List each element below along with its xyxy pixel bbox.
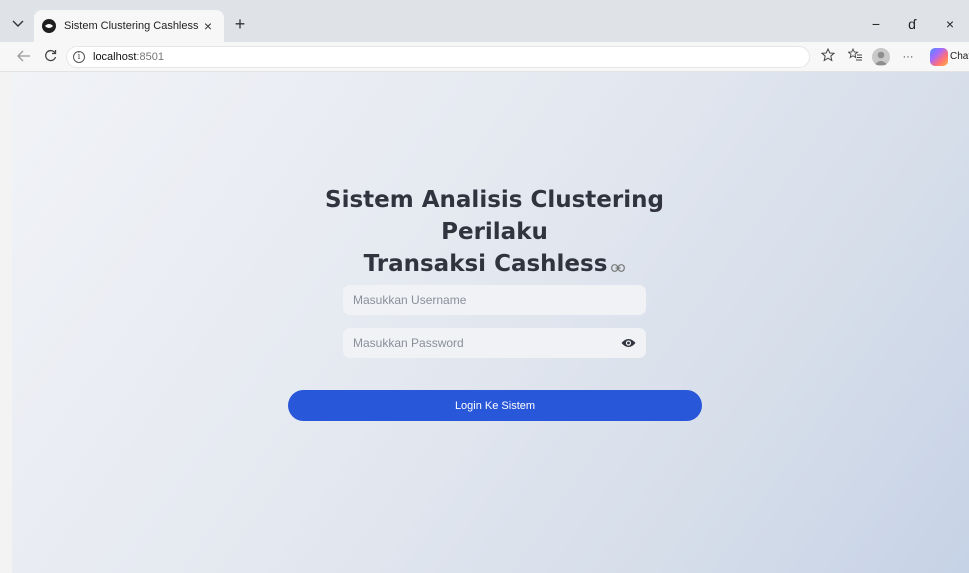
info-icon[interactable]: i <box>73 51 85 63</box>
favorite-star-icon[interactable] <box>818 47 838 67</box>
page-viewport: Sistem Analisis Clustering Perilaku Tran… <box>12 72 969 573</box>
tab-title: Sistem Clustering Cashless <box>64 20 199 32</box>
copilot-icon[interactable] <box>930 48 948 66</box>
login-button[interactable]: Login Ke Sistem <box>288 390 702 421</box>
username-field[interactable] <box>343 285 646 315</box>
minimize-button[interactable]: − <box>866 14 886 34</box>
more-menu-button[interactable]: ··· <box>898 47 918 67</box>
new-tab-button[interactable]: + <box>230 14 250 34</box>
page-title-line2-row: Transaksi Cashless <box>282 248 707 281</box>
chat-label[interactable]: Chat <box>950 51 969 62</box>
url-text: localhost:8501 <box>93 51 164 63</box>
favorites-list-icon[interactable] <box>845 47 865 67</box>
username-input[interactable] <box>353 293 636 307</box>
streamlit-favicon-icon <box>42 19 56 33</box>
tab-list-chevron-icon[interactable] <box>8 14 28 34</box>
link-anchor-icon[interactable] <box>611 249 626 281</box>
browser-tabstrip: Sistem Clustering Cashless × + − ɗ × <box>0 0 969 42</box>
browser-tab-active[interactable]: Sistem Clustering Cashless × <box>34 10 224 42</box>
tab-close-icon[interactable]: × <box>200 18 216 34</box>
close-window-button[interactable]: × <box>940 14 960 34</box>
browser-toolbar: i localhost:8501 ··· Chat <box>0 42 969 72</box>
reload-icon[interactable] <box>40 47 60 67</box>
page-title: Sistem Analisis Clustering Perilaku Tran… <box>282 184 707 281</box>
page-title-line1: Sistem Analisis Clustering Perilaku <box>325 187 664 245</box>
password-input[interactable] <box>353 336 620 350</box>
show-password-eye-icon[interactable] <box>620 335 636 351</box>
profile-avatar-icon[interactable] <box>872 48 890 66</box>
back-arrow-icon[interactable] <box>14 47 34 67</box>
page-title-line2: Transaksi Cashless <box>363 251 608 277</box>
address-bar[interactable]: i localhost:8501 <box>66 46 810 68</box>
password-field[interactable] <box>343 328 646 358</box>
restore-button[interactable]: ɗ <box>902 14 922 34</box>
